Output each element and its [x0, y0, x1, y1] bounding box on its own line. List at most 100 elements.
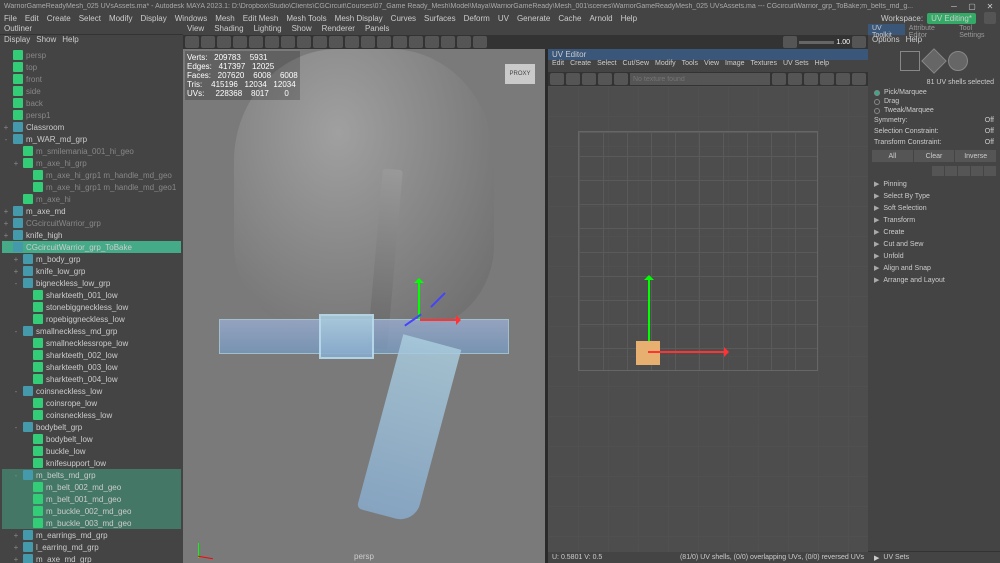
gamma-icon[interactable]	[852, 36, 866, 48]
vp-menu-shading[interactable]: Shading	[214, 24, 243, 35]
section-create[interactable]: Create	[868, 226, 1000, 238]
uv-channel-icon[interactable]	[582, 73, 596, 85]
uv-move-gizmo-y[interactable]	[648, 276, 650, 341]
outliner-item[interactable]: persp	[2, 49, 181, 61]
uv-canvas[interactable]	[548, 86, 868, 552]
menu-arnold[interactable]: Arnold	[589, 14, 612, 23]
dof-icon[interactable]	[473, 36, 487, 48]
menu-cache[interactable]: Cache	[558, 14, 581, 23]
menu-curves[interactable]: Curves	[391, 14, 416, 23]
uv-toolbar[interactable]	[548, 72, 868, 86]
motion-blur-icon[interactable]	[441, 36, 455, 48]
outliner-item[interactable]: m_buckle_002_md_geo	[2, 505, 181, 517]
wireframe-icon[interactable]	[297, 36, 311, 48]
close-button[interactable]: ✕	[984, 1, 996, 11]
outliner-item[interactable]: m_smilemania_001_hi_geo	[2, 145, 181, 157]
outliner-item[interactable]: -coinsneckless_low	[2, 385, 181, 397]
uvsets-toggle-icon[interactable]: ▶	[874, 554, 879, 562]
uv-isolate-icon[interactable]	[836, 73, 850, 85]
menu-generate[interactable]: Generate	[517, 14, 550, 23]
outliner-item[interactable]: coinsrope_low	[2, 397, 181, 409]
uv-grid-toggle-icon[interactable]	[772, 73, 786, 85]
section-select-by-type[interactable]: Select By Type	[868, 190, 1000, 202]
cube-icon[interactable]	[921, 48, 946, 73]
menu-select[interactable]: Select	[79, 14, 101, 23]
xray-joints-icon[interactable]	[409, 36, 423, 48]
uv-image-icon[interactable]	[598, 73, 612, 85]
outliner-item[interactable]: +Classroom	[2, 121, 181, 133]
vp-menu-view[interactable]: View	[187, 24, 204, 35]
gate-mask-icon[interactable]	[281, 36, 295, 48]
outliner-item[interactable]: m_belt_001_md_geo	[2, 493, 181, 505]
outliner-item[interactable]: sharkteeth_001_low	[2, 289, 181, 301]
menu-mesh-tools[interactable]: Mesh Tools	[286, 14, 326, 23]
outliner-item[interactable]: knifesupport_low	[2, 457, 181, 469]
shaded-icon[interactable]	[313, 36, 327, 48]
outliner-item[interactable]: -bigneckless_low_grp	[2, 277, 181, 289]
tab-tool-settings[interactable]: Tool Settings	[955, 24, 1000, 35]
viewport-toolbar[interactable]: 1.00	[183, 35, 868, 49]
section-soft-selection[interactable]: Soft Selection	[868, 202, 1000, 214]
outliner-item[interactable]: m_axe_hi	[2, 193, 181, 205]
uv-menu-textures[interactable]: Textures	[751, 60, 777, 72]
outliner-item[interactable]: sharkteeth_003_low	[2, 361, 181, 373]
menu-mesh[interactable]: Mesh	[215, 14, 235, 23]
outliner-item[interactable]: coinsneckless_low	[2, 409, 181, 421]
outliner-item[interactable]: +m_axe_md_grp	[2, 553, 181, 563]
minimize-button[interactable]: ─	[948, 1, 960, 11]
move-gizmo-x[interactable]	[420, 319, 460, 321]
toolkit-menu-help[interactable]: Help	[906, 35, 922, 47]
uv-wireframe-icon[interactable]	[852, 73, 866, 85]
section-transform[interactable]: Transform	[868, 214, 1000, 226]
select-mode-tweak-marquee[interactable]: Tweak/Marquee	[868, 106, 1000, 115]
outliner-item[interactable]: +m_body_grp	[2, 253, 181, 265]
planar-icon[interactable]	[900, 51, 920, 71]
toolkit-menu-options[interactable]: Options	[872, 35, 900, 47]
film-gate-icon[interactable]	[249, 36, 263, 48]
outliner-item[interactable]: +knife_high	[2, 229, 181, 241]
outliner-item[interactable]: +knife_low_grp	[2, 265, 181, 277]
uv-menu-create[interactable]: Create	[570, 60, 591, 72]
all-button[interactable]: All	[872, 150, 913, 162]
menu-create[interactable]: Create	[47, 14, 71, 23]
uv-texture-field[interactable]	[630, 73, 770, 85]
uv-distortion-icon[interactable]	[820, 73, 834, 85]
menu-surfaces[interactable]: Surfaces	[424, 14, 456, 23]
menu-edit[interactable]: Edit	[25, 14, 39, 23]
image-plane-icon[interactable]	[217, 36, 231, 48]
uv-pixel-snap-icon[interactable]	[788, 73, 802, 85]
camera-select-icon[interactable]	[185, 36, 199, 48]
outliner-item[interactable]: back	[2, 97, 181, 109]
outliner-item[interactable]: smallnecklessrope_low	[2, 337, 181, 349]
shadows-icon[interactable]	[361, 36, 375, 48]
outliner-item[interactable]: +CGcircuitWarrior_grp	[2, 217, 181, 229]
vp-menu-show[interactable]: Show	[292, 24, 312, 35]
tab-uv-toolkit[interactable]: UV Toolkit	[868, 24, 905, 35]
uvsets-label[interactable]: UV Sets	[883, 554, 909, 561]
uv-menu-tools[interactable]: Tools	[682, 60, 698, 72]
uv-checker-icon[interactable]	[614, 73, 628, 85]
perspective-viewport[interactable]: Verts: 209783 5931Edges: 417397 12025Fac…	[183, 49, 545, 563]
outliner-item[interactable]: m_axe_hi_grp1 m_handle_md_geo1	[2, 181, 181, 193]
menu-file[interactable]: File	[4, 14, 17, 23]
uv-menu-cut-sew[interactable]: Cut/Sew	[623, 60, 649, 72]
menu-help[interactable]: Help	[621, 14, 637, 23]
menu-display[interactable]: Display	[141, 14, 167, 23]
uv-menu-modify[interactable]: Modify	[655, 60, 676, 72]
outliner-item[interactable]: front	[2, 73, 181, 85]
menu-windows[interactable]: Windows	[175, 14, 207, 23]
outliner-item[interactable]: ropebiggneckless_low	[2, 313, 181, 325]
tab-attribute-editor[interactable]: Attribute Editor	[905, 24, 955, 35]
uv-menu-image[interactable]: Image	[725, 60, 744, 72]
vp-menu-lighting[interactable]: Lighting	[254, 24, 282, 35]
transform-constraint-row[interactable]: Transform Constraint: Off	[868, 137, 1000, 148]
outliner-item[interactable]: buckle_low	[2, 445, 181, 457]
uv-menu-edit[interactable]: Edit	[552, 60, 564, 72]
menu-mesh-display[interactable]: Mesh Display	[335, 14, 383, 23]
maximize-button[interactable]: ▢	[966, 1, 978, 11]
section-align-and-snap[interactable]: Align and Snap	[868, 262, 1000, 274]
outliner-menu-help[interactable]: Help	[62, 35, 78, 47]
convert-shell-icon[interactable]	[984, 166, 996, 176]
outliner-item[interactable]: stonebiggneckless_low	[2, 301, 181, 313]
uv-menu-help[interactable]: Help	[815, 60, 829, 72]
